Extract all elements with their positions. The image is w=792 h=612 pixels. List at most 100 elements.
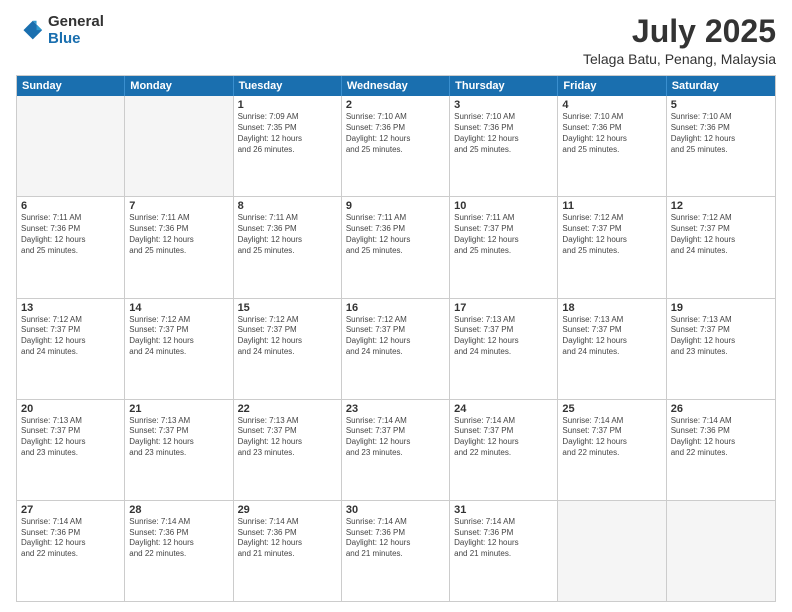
page: General Blue July 2025 Telaga Batu, Pena… (0, 0, 792, 612)
day-number: 1 (238, 99, 337, 111)
day-number: 4 (562, 99, 661, 111)
calendar-cell: 13Sunrise: 7:12 AM Sunset: 7:37 PM Dayli… (17, 299, 125, 399)
calendar-row: 20Sunrise: 7:13 AM Sunset: 7:37 PM Dayli… (17, 400, 775, 501)
calendar-cell: 25Sunrise: 7:14 AM Sunset: 7:37 PM Dayli… (558, 400, 666, 500)
day-number: 11 (562, 200, 661, 212)
calendar-cell: 30Sunrise: 7:14 AM Sunset: 7:36 PM Dayli… (342, 501, 450, 601)
cell-info: Sunrise: 7:12 AM Sunset: 7:37 PM Dayligh… (671, 213, 771, 256)
day-number: 23 (346, 403, 445, 415)
cell-info: Sunrise: 7:13 AM Sunset: 7:37 PM Dayligh… (671, 315, 771, 358)
calendar-cell: 24Sunrise: 7:14 AM Sunset: 7:37 PM Dayli… (450, 400, 558, 500)
cell-info: Sunrise: 7:11 AM Sunset: 7:36 PM Dayligh… (238, 213, 337, 256)
cell-info: Sunrise: 7:14 AM Sunset: 7:37 PM Dayligh… (454, 416, 553, 459)
calendar-row: 6 Sunrise: 7:11 AM Sunset: 7:36 PM Daylig… (17, 197, 775, 298)
calendar-cell: 15Sunrise: 7:12 AM Sunset: 7:37 PM Dayli… (234, 299, 342, 399)
calendar-row: 27Sunrise: 7:14 AM Sunset: 7:36 PM Dayli… (17, 501, 775, 601)
weekday-header: Wednesday (342, 76, 450, 96)
day-number: 21 (129, 403, 228, 415)
weekday-header: Monday (125, 76, 233, 96)
cell-info: Sunrise: 7:11 AM Sunset: 7:36 PM Dayligh… (129, 213, 228, 256)
day-number: 19 (671, 302, 771, 314)
cell-info: Sunrise: 7:12 AM Sunset: 7:37 PM Dayligh… (129, 315, 228, 358)
cell-info: Sunrise: 7:09 AM Sunset: 7:35 PM Dayligh… (238, 112, 337, 155)
day-number: 8 (238, 200, 337, 212)
calendar-cell: 19Sunrise: 7:13 AM Sunset: 7:37 PM Dayli… (667, 299, 775, 399)
cell-info: Sunrise: 7:14 AM Sunset: 7:36 PM Dayligh… (21, 517, 120, 560)
calendar-cell: 18Sunrise: 7:13 AM Sunset: 7:37 PM Dayli… (558, 299, 666, 399)
cell-info: Sunrise: 7:13 AM Sunset: 7:37 PM Dayligh… (562, 315, 661, 358)
cell-info: Sunrise: 7:14 AM Sunset: 7:36 PM Dayligh… (238, 517, 337, 560)
day-number: 10 (454, 200, 553, 212)
location: Telaga Batu, Penang, Malaysia (583, 51, 776, 67)
month-title: July 2025 (583, 14, 776, 49)
cell-info: Sunrise: 7:11 AM Sunset: 7:37 PM Dayligh… (454, 213, 553, 256)
day-number: 24 (454, 403, 553, 415)
day-number: 29 (238, 504, 337, 516)
calendar-cell: 9Sunrise: 7:11 AM Sunset: 7:36 PM Daylig… (342, 197, 450, 297)
header: General Blue July 2025 Telaga Batu, Pena… (16, 14, 776, 67)
cell-info: Sunrise: 7:13 AM Sunset: 7:37 PM Dayligh… (129, 416, 228, 459)
cell-info: Sunrise: 7:10 AM Sunset: 7:36 PM Dayligh… (346, 112, 445, 155)
day-number: 27 (21, 504, 120, 516)
day-number: 16 (346, 302, 445, 314)
calendar-cell: 6Sunrise: 7:11 AM Sunset: 7:36 PM Daylig… (17, 197, 125, 297)
calendar: SundayMondayTuesdayWednesdayThursdayFrid… (16, 75, 776, 602)
logo-blue: Blue (48, 31, 104, 48)
logo-general: General (48, 14, 104, 31)
calendar-body: 1Sunrise: 7:09 AM Sunset: 7:35 PM Daylig… (17, 96, 775, 601)
title-block: July 2025 Telaga Batu, Penang, Malaysia (583, 14, 776, 67)
calendar-cell (667, 501, 775, 601)
day-number: 20 (21, 403, 120, 415)
calendar-cell: 12Sunrise: 7:12 AM Sunset: 7:37 PM Dayli… (667, 197, 775, 297)
cell-info: Sunrise: 7:14 AM Sunset: 7:37 PM Dayligh… (562, 416, 661, 459)
calendar-cell: 22Sunrise: 7:13 AM Sunset: 7:37 PM Dayli… (234, 400, 342, 500)
day-number: 15 (238, 302, 337, 314)
weekday-header: Thursday (450, 76, 558, 96)
day-number: 5 (671, 99, 771, 111)
day-number: 28 (129, 504, 228, 516)
calendar-header: SundayMondayTuesdayWednesdayThursdayFrid… (17, 76, 775, 96)
calendar-row: 1Sunrise: 7:09 AM Sunset: 7:35 PM Daylig… (17, 96, 775, 197)
day-number: 17 (454, 302, 553, 314)
day-number: 6 (21, 200, 120, 212)
calendar-cell: 7Sunrise: 7:11 AM Sunset: 7:36 PM Daylig… (125, 197, 233, 297)
day-number: 2 (346, 99, 445, 111)
cell-info: Sunrise: 7:14 AM Sunset: 7:36 PM Dayligh… (129, 517, 228, 560)
calendar-cell: 17Sunrise: 7:13 AM Sunset: 7:37 PM Dayli… (450, 299, 558, 399)
calendar-cell: 1Sunrise: 7:09 AM Sunset: 7:35 PM Daylig… (234, 96, 342, 196)
cell-info: Sunrise: 7:12 AM Sunset: 7:37 PM Dayligh… (21, 315, 120, 358)
day-number: 30 (346, 504, 445, 516)
cell-info: Sunrise: 7:13 AM Sunset: 7:37 PM Dayligh… (454, 315, 553, 358)
day-number: 9 (346, 200, 445, 212)
calendar-cell: 28Sunrise: 7:14 AM Sunset: 7:36 PM Dayli… (125, 501, 233, 601)
calendar-cell: 11Sunrise: 7:12 AM Sunset: 7:37 PM Dayli… (558, 197, 666, 297)
cell-info: Sunrise: 7:12 AM Sunset: 7:37 PM Dayligh… (238, 315, 337, 358)
day-number: 13 (21, 302, 120, 314)
cell-info: Sunrise: 7:13 AM Sunset: 7:37 PM Dayligh… (238, 416, 337, 459)
day-number: 18 (562, 302, 661, 314)
cell-info: Sunrise: 7:12 AM Sunset: 7:37 PM Dayligh… (346, 315, 445, 358)
cell-info: Sunrise: 7:10 AM Sunset: 7:36 PM Dayligh… (454, 112, 553, 155)
calendar-cell: 14Sunrise: 7:12 AM Sunset: 7:37 PM Dayli… (125, 299, 233, 399)
weekday-header: Friday (558, 76, 666, 96)
cell-info: Sunrise: 7:12 AM Sunset: 7:37 PM Dayligh… (562, 213, 661, 256)
cell-info: Sunrise: 7:14 AM Sunset: 7:37 PM Dayligh… (346, 416, 445, 459)
cell-info: Sunrise: 7:14 AM Sunset: 7:36 PM Dayligh… (671, 416, 771, 459)
cell-info: Sunrise: 7:10 AM Sunset: 7:36 PM Dayligh… (671, 112, 771, 155)
calendar-cell: 21Sunrise: 7:13 AM Sunset: 7:37 PM Dayli… (125, 400, 233, 500)
calendar-cell: 29Sunrise: 7:14 AM Sunset: 7:36 PM Dayli… (234, 501, 342, 601)
calendar-row: 13Sunrise: 7:12 AM Sunset: 7:37 PM Dayli… (17, 299, 775, 400)
day-number: 26 (671, 403, 771, 415)
logo: General Blue (16, 14, 104, 47)
day-number: 12 (671, 200, 771, 212)
calendar-cell (125, 96, 233, 196)
calendar-cell: 8Sunrise: 7:11 AM Sunset: 7:36 PM Daylig… (234, 197, 342, 297)
day-number: 7 (129, 200, 228, 212)
calendar-cell: 3Sunrise: 7:10 AM Sunset: 7:36 PM Daylig… (450, 96, 558, 196)
cell-info: Sunrise: 7:13 AM Sunset: 7:37 PM Dayligh… (21, 416, 120, 459)
logo-icon (16, 17, 44, 45)
calendar-cell: 27Sunrise: 7:14 AM Sunset: 7:36 PM Dayli… (17, 501, 125, 601)
calendar-cell: 20Sunrise: 7:13 AM Sunset: 7:37 PM Dayli… (17, 400, 125, 500)
weekday-header: Tuesday (234, 76, 342, 96)
calendar-cell: 5Sunrise: 7:10 AM Sunset: 7:36 PM Daylig… (667, 96, 775, 196)
